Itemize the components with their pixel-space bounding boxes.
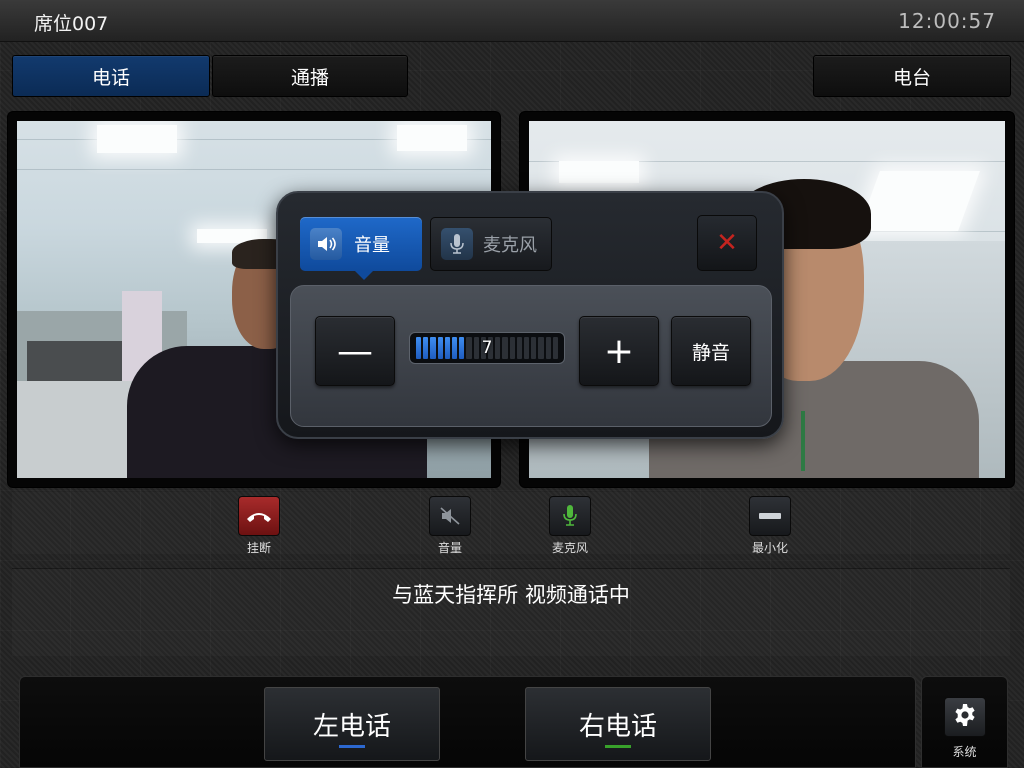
popup-tab-mic-label: 麦克风 bbox=[483, 235, 537, 256]
gear-icon bbox=[953, 703, 977, 731]
popup-tab-volume[interactable]: 音量 bbox=[300, 217, 422, 280]
popup-close-button[interactable]: ✕ bbox=[697, 215, 757, 271]
close-x-icon: ✕ bbox=[716, 228, 738, 258]
mic-label: 麦克风 bbox=[551, 541, 588, 555]
hangup-label: 挂断 bbox=[246, 541, 271, 555]
mute-button[interactable]: 静音 bbox=[671, 316, 751, 386]
microphone-icon bbox=[549, 496, 591, 536]
call-controls-row: 挂断 音量 麦克风 最小化 bbox=[12, 492, 1010, 556]
minimize-label: 最小化 bbox=[751, 541, 788, 555]
volume-increase-button[interactable]: + bbox=[579, 316, 659, 386]
tab-radio[interactable]: 电台 bbox=[813, 55, 1011, 97]
volume-button[interactable]: 音量 bbox=[420, 496, 480, 556]
hangup-button[interactable]: 挂断 bbox=[229, 496, 289, 556]
seat-title: 席位007 bbox=[34, 13, 109, 35]
system-settings-button[interactable] bbox=[944, 697, 986, 737]
mic-button[interactable]: 麦克风 bbox=[540, 496, 600, 556]
volume-decrease-button[interactable]: — bbox=[315, 316, 395, 386]
volume-label: 音量 bbox=[437, 541, 462, 555]
speaker-icon bbox=[310, 228, 342, 260]
right-phone-label: 右电话 bbox=[578, 711, 657, 742]
left-phone-button[interactable]: 左电话 bbox=[264, 687, 440, 761]
clock: 12:00:57 bbox=[898, 9, 996, 33]
hangup-phone-icon bbox=[238, 496, 280, 536]
system-panel: 系统 bbox=[921, 676, 1008, 768]
top-bar: 席位007 12:00:57 bbox=[0, 0, 1024, 42]
phone-selector-panel: 左电话 右电话 bbox=[19, 676, 916, 768]
volume-value: 7 bbox=[481, 338, 493, 358]
popup-tab-mic[interactable]: 麦克风 bbox=[430, 217, 552, 271]
volume-level-bar[interactable]: 7 bbox=[409, 332, 565, 364]
right-phone-indicator bbox=[605, 745, 631, 748]
minimize-button[interactable]: 最小化 bbox=[740, 496, 800, 556]
tab-phone[interactable]: 电话 bbox=[12, 55, 210, 97]
left-phone-label: 左电话 bbox=[312, 711, 391, 742]
volume-control-body: — 7 + 静音 bbox=[290, 285, 772, 427]
microphone-icon bbox=[441, 228, 473, 260]
system-label: 系统 bbox=[952, 745, 977, 759]
speaker-muted-icon bbox=[429, 496, 471, 536]
volume-popup: 音量 麦克风 ✕ — 7 + 静音 bbox=[276, 191, 784, 439]
call-status-text: 与蓝天指挥所 视频通话中 bbox=[392, 583, 630, 607]
call-status-area: 与蓝天指挥所 视频通话中 bbox=[12, 568, 1010, 656]
minimize-icon bbox=[749, 496, 791, 536]
left-phone-indicator bbox=[339, 745, 365, 748]
tab-broadcast[interactable]: 通播 bbox=[212, 55, 408, 97]
popup-tab-volume-label: 音量 bbox=[354, 235, 390, 256]
right-phone-button[interactable]: 右电话 bbox=[525, 687, 711, 761]
